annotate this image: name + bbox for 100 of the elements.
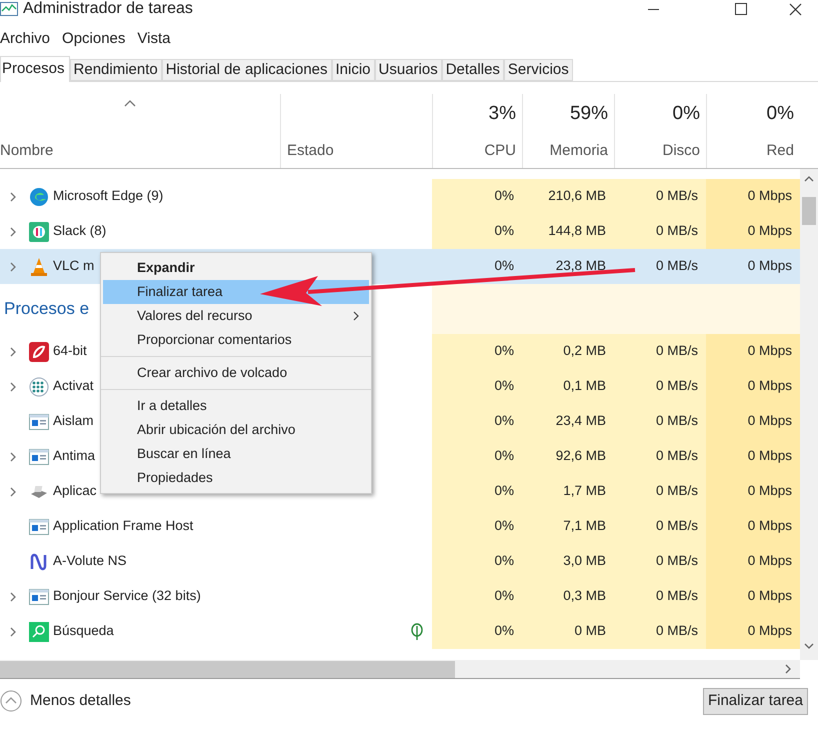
process-name: 64-bit xyxy=(53,342,87,360)
table-cell: 0 MB/s xyxy=(614,214,706,249)
table-cell: 0 MB xyxy=(522,614,614,649)
column-header[interactable]: Red xyxy=(766,140,794,162)
table-cell: 0% xyxy=(432,579,522,614)
process-name: Aislam xyxy=(53,412,94,430)
table-cell: 0% xyxy=(432,369,522,404)
table-cell: 0 Mbps xyxy=(706,579,800,614)
column-header[interactable]: Disco xyxy=(662,140,700,162)
context-menu-item[interactable]: Proporcionar comentarios xyxy=(103,328,369,352)
table-cell: 0 Mbps xyxy=(706,404,800,439)
process-name: Bonjour Service (32 bits) xyxy=(53,587,201,606)
column-total: 59% xyxy=(570,102,608,126)
table-cell: 0 MB/s xyxy=(614,579,706,614)
scroll-right-icon[interactable] xyxy=(784,664,792,674)
window-icon xyxy=(29,448,49,464)
tab[interactable]: Rendimiento xyxy=(70,59,162,81)
table-cell: 0 MB/s xyxy=(614,474,706,509)
menu-item[interactable]: Vista xyxy=(137,28,170,50)
column-header[interactable]: CPU xyxy=(484,140,516,162)
scroll-up-icon[interactable] xyxy=(804,175,814,183)
table-cell: 0% xyxy=(432,179,522,214)
table-cell: 0 Mbps xyxy=(706,614,800,649)
table-cell: 0 Mbps xyxy=(706,214,800,249)
process-name: Microsoft Edge (9) xyxy=(53,187,164,206)
menu-item[interactable]: Opciones xyxy=(62,28,126,50)
context-menu-item[interactable]: Ir a detalles xyxy=(103,394,369,418)
window-title: Administrador de tareas xyxy=(23,1,193,17)
table-cell: 0 Mbps xyxy=(706,509,800,544)
close-icon xyxy=(788,2,802,16)
table-cell: 0 Mbps xyxy=(706,179,800,214)
column-header[interactable]: Nombre xyxy=(0,140,274,162)
table-cell: 0 MB/s xyxy=(614,334,706,369)
table-cell: 144,8 MB xyxy=(522,214,614,249)
table-cell: 0% xyxy=(432,614,522,649)
app-icon xyxy=(29,342,49,362)
table-cell: 0,2 MB xyxy=(522,334,614,369)
process-name: Slack (8) xyxy=(53,222,106,240)
expand-chevron-icon[interactable] xyxy=(8,260,16,272)
scroll-down-icon[interactable] xyxy=(804,642,814,650)
menu-item[interactable]: Archivo xyxy=(0,28,50,50)
tab[interactable]: Inicio xyxy=(332,59,375,81)
column-total: 0% xyxy=(766,102,794,126)
table-cell: 0% xyxy=(432,214,522,249)
table-cell: 0 Mbps xyxy=(706,544,800,579)
context-menu-item[interactable]: Valores del recurso xyxy=(103,304,369,328)
tab[interactable]: Detalles xyxy=(442,59,504,81)
tab[interactable]: Procesos xyxy=(0,56,70,82)
process-name: Activat xyxy=(53,377,94,396)
tab[interactable]: Servicios xyxy=(504,59,573,81)
window-icon xyxy=(29,414,49,430)
section-header: Procesos e xyxy=(4,298,90,320)
expand-chevron-icon[interactable] xyxy=(8,626,16,638)
tab[interactable]: Historial de aplicaciones xyxy=(162,59,332,81)
window-icon xyxy=(29,588,49,604)
less-details-button[interactable]: Menos detalles xyxy=(0,690,131,712)
expand-chevron-icon[interactable] xyxy=(8,190,16,202)
table-cell: 0 Mbps xyxy=(706,369,800,404)
column-total: 3% xyxy=(488,102,516,126)
tab[interactable]: Usuarios xyxy=(374,59,442,81)
context-menu-item[interactable]: Crear archivo de volcado xyxy=(103,361,369,385)
context-menu-item[interactable]: Abrir ubicación del archivo xyxy=(103,418,369,442)
table-cell: 0% xyxy=(432,439,522,474)
expand-chevron-icon[interactable] xyxy=(8,450,16,462)
process-name: Aplicac xyxy=(53,482,97,500)
table-cell: 0% xyxy=(432,509,522,544)
sort-caret-icon[interactable] xyxy=(124,100,136,107)
expand-chevron-icon[interactable] xyxy=(8,346,16,358)
end-task-button[interactable]: Finalizar tarea xyxy=(702,688,808,714)
context-menu-item[interactable]: Expandir xyxy=(103,256,369,280)
table-cell: 23,4 MB xyxy=(522,404,614,439)
vertical-scrollbar[interactable] xyxy=(800,169,818,660)
slack-icon xyxy=(29,222,49,242)
traffic-cone-icon xyxy=(29,256,49,276)
table-cell: 0 Mbps xyxy=(706,439,800,474)
context-menu-item[interactable]: Propiedades xyxy=(103,466,369,490)
context-menu-item[interactable]: Buscar en línea xyxy=(103,442,369,466)
column-header[interactable]: Estado xyxy=(287,140,426,162)
table-cell: 0 MB/s xyxy=(614,509,706,544)
expand-chevron-icon[interactable] xyxy=(8,226,16,238)
table-cell: 0 MB/s xyxy=(614,179,706,214)
column-header[interactable]: Memoria xyxy=(550,140,608,162)
column-total: 0% xyxy=(672,102,700,126)
expand-chevron-icon[interactable] xyxy=(8,486,16,498)
process-name: Application Frame Host xyxy=(53,517,194,536)
table-cell: 3,0 MB xyxy=(522,544,614,579)
search-icon xyxy=(29,622,49,642)
table-cell: 0,3 MB xyxy=(522,579,614,614)
table-cell: 7,1 MB xyxy=(522,509,614,544)
window-icon xyxy=(29,518,49,534)
horizontal-scrollbar[interactable] xyxy=(0,660,800,679)
table-cell: 0 MB/s xyxy=(614,369,706,404)
expand-chevron-icon[interactable] xyxy=(8,590,16,602)
table-cell: 0 MB/s xyxy=(614,404,706,439)
scrollbar-thumb[interactable] xyxy=(802,197,816,225)
process-name: VLC m xyxy=(53,257,94,276)
table-cell: 0 Mbps xyxy=(706,334,800,369)
expand-chevron-icon[interactable] xyxy=(8,380,16,392)
table-cell: 0% xyxy=(432,404,522,439)
wave-icon xyxy=(29,552,49,572)
